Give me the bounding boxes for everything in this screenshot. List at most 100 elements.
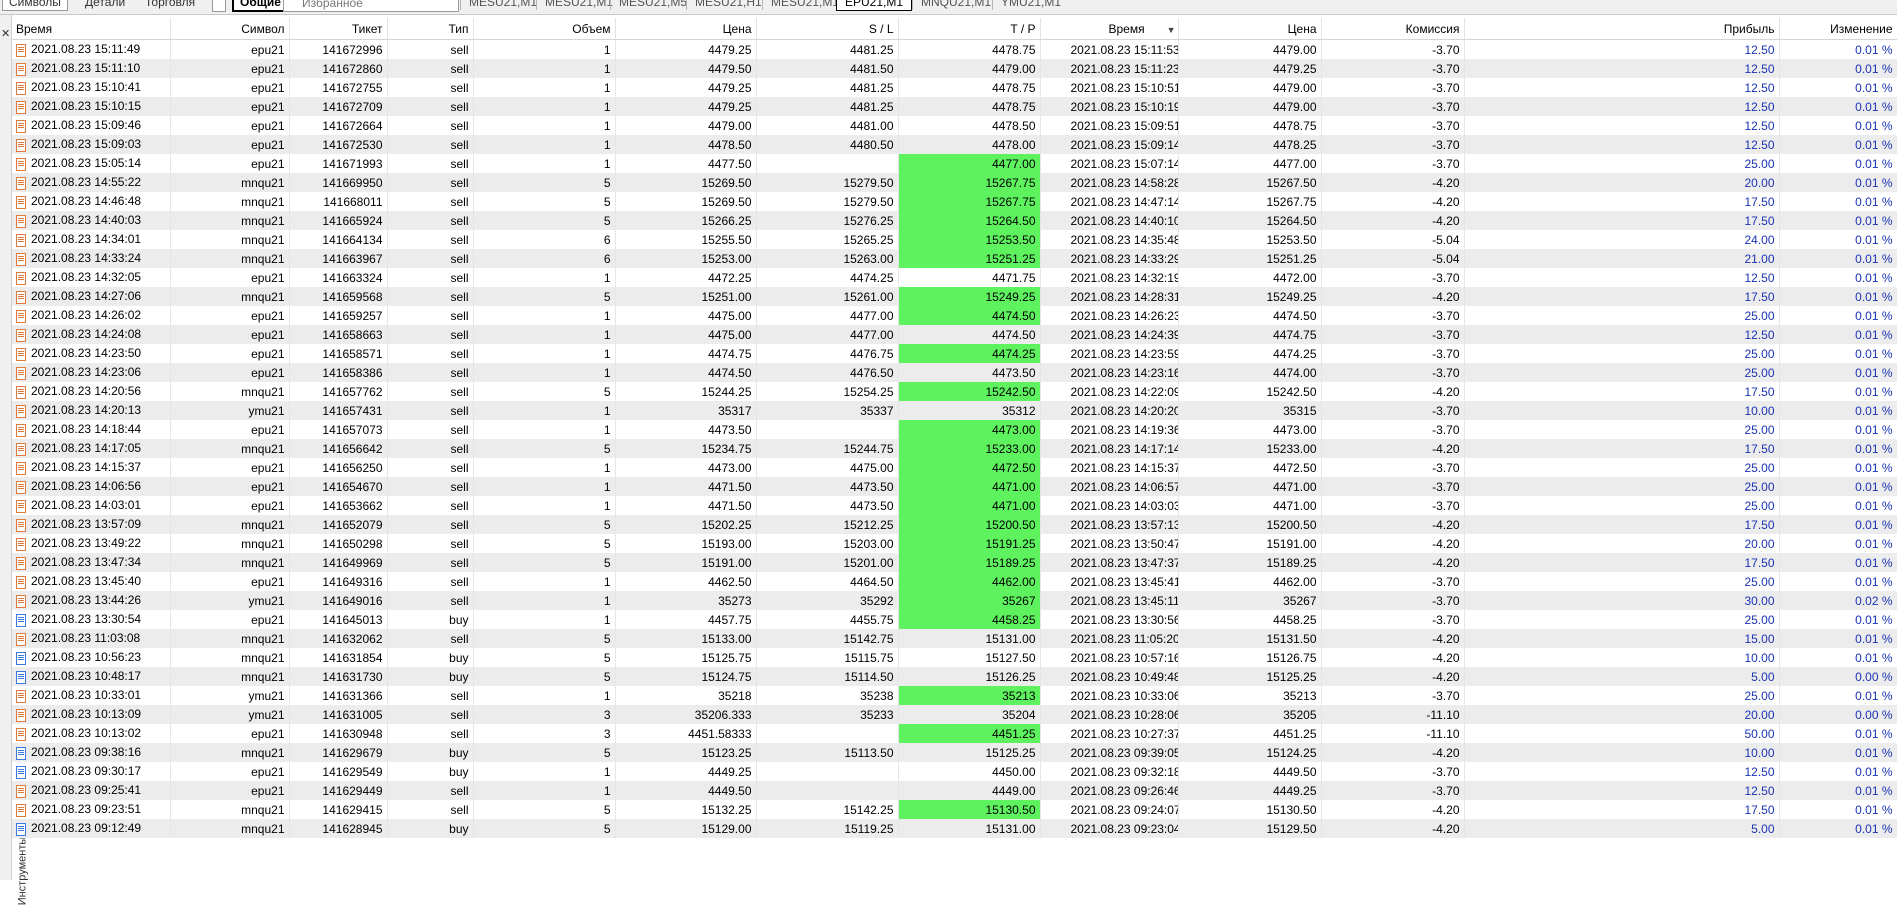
chart-tab[interactable]: MESU21,M1 [762, 0, 847, 10]
table-row[interactable]: 2021.08.23 09:23:51 mnqu21 141629415 sell 5 1… [12, 800, 1897, 819]
table-row[interactable]: 2021.08.23 14:06:56 epu21 141654670 sell 1 44… [12, 477, 1897, 496]
table-row[interactable]: 2021.08.23 15:09:03 epu21 141672530 sell 1 44… [12, 135, 1897, 154]
table-row[interactable]: 2021.08.23 10:48:17 mnqu21 141631730 buy 5 15… [12, 667, 1897, 686]
table-row[interactable]: 2021.08.23 09:12:49 mnqu21 141628945 buy 5 15… [12, 819, 1897, 838]
table-row[interactable]: 2021.08.23 10:13:02 epu21 141630948 sell 3 44… [12, 724, 1897, 743]
cell-type: sell [387, 306, 474, 325]
table-row[interactable]: 2021.08.23 14:23:50 epu21 141658571 sell 1 44… [12, 344, 1897, 363]
cell-close-time: 2021.08.23 09:23:04 [1040, 819, 1179, 838]
tab-trading[interactable]: Торговля [138, 0, 202, 11]
table-row[interactable]: 2021.08.23 14:23:06 epu21 141658386 sell 1 44… [12, 363, 1897, 382]
chart-tab[interactable]: MESU21,M5 [610, 0, 695, 10]
chart-tab[interactable]: MESU21,M1 [460, 0, 545, 10]
col-header-profit[interactable]: Прибыль [1464, 18, 1780, 40]
col-header-volume[interactable]: Объем [473, 18, 616, 40]
table-row[interactable]: 2021.08.23 13:45:40 epu21 141649316 sell 1 44… [12, 572, 1897, 591]
cell-ticket: 141657431 [289, 401, 388, 420]
table-row[interactable]: 2021.08.23 14:55:22 mnqu21 141669950 sell 5 1… [12, 173, 1897, 192]
col-header-commission[interactable]: Комиссия [1321, 18, 1465, 40]
cell-open-price: 4449.25 [615, 762, 757, 781]
table-row[interactable]: 2021.08.23 11:03:08 mnqu21 141632062 sell 5 1… [12, 629, 1897, 648]
table-row[interactable]: 2021.08.23 15:05:14 epu21 141671993 sell 1 44… [12, 154, 1897, 173]
open-time-text: 2021.08.23 15:09:46 [31, 118, 142, 133]
cell-change: 0.01 % [1779, 553, 1897, 572]
chart-tab[interactable]: MNQU21,M1 [912, 0, 999, 10]
chart-tab[interactable]: EPU21,M1 [836, 0, 913, 11]
table-row[interactable]: 2021.08.23 09:30:17 epu21 141629549 buy 1 444… [12, 762, 1897, 781]
table-row[interactable]: 2021.08.23 15:11:10 epu21 141672860 sell 1 44… [12, 59, 1897, 78]
cell-symbol: epu21 [170, 154, 290, 173]
col-header-tp[interactable]: T / P [898, 18, 1041, 40]
table-row[interactable]: 2021.08.23 14:46:48 mnqu21 141668011 sell 5 1… [12, 192, 1897, 211]
cell-ticket: 141659257 [289, 306, 388, 325]
table-row[interactable]: 2021.08.23 14:20:13 ymu21 141657431 sell 1 35… [12, 401, 1897, 420]
table-row[interactable]: 2021.08.23 09:38:16 mnqu21 141629679 buy 5 15… [12, 743, 1897, 762]
tab-general[interactable]: Общие [232, 0, 289, 12]
table-row[interactable]: 2021.08.23 10:13:09 ymu21 141631005 sell 3 35… [12, 705, 1897, 724]
chart-tab[interactable]: MESU21,M1 [536, 0, 621, 10]
table-row[interactable]: 2021.08.23 14:32:05 epu21 141663324 sell 1 44… [12, 268, 1897, 287]
cell-commission: -3.70 [1321, 78, 1465, 97]
cell-open-price: 15133.00 [615, 629, 757, 648]
chart-tab[interactable]: MESU21,H1 [686, 0, 770, 10]
cell-profit: 24.00 [1464, 230, 1780, 249]
col-header-open-price[interactable]: Цена [615, 18, 757, 40]
table-row[interactable]: 2021.08.23 09:25:41 epu21 141629449 sell 1 44… [12, 781, 1897, 800]
table-row[interactable]: 2021.08.23 14:34:01 mnqu21 141664134 sell 6 1… [12, 230, 1897, 249]
close-icon[interactable]: ✕ [1, 27, 10, 40]
favorites-field[interactable]: Избранное [283, 0, 459, 12]
col-header-sl[interactable]: S / L [756, 18, 899, 40]
tab-symbols[interactable]: Символы [2, 0, 68, 11]
col-header-type[interactable]: Тип [387, 18, 474, 40]
col-header-symbol[interactable]: Символ [170, 18, 290, 40]
table-row[interactable]: 2021.08.23 14:27:06 mnqu21 141659568 sell 5 1… [12, 287, 1897, 306]
table-row[interactable]: 2021.08.23 10:33:01 ymu21 141631366 sell 1 35… [12, 686, 1897, 705]
table-row[interactable]: 2021.08.23 14:40:03 mnqu21 141665924 sell 5 1… [12, 211, 1897, 230]
col-header-ticket[interactable]: Тикет [289, 18, 388, 40]
cell-open-price: 15202.25 [615, 515, 757, 534]
table-row[interactable]: 2021.08.23 13:49:22 mnqu21 141650298 sell 5 1… [12, 534, 1897, 553]
cell-tp: 15189.25 [898, 553, 1041, 572]
table-row[interactable]: 2021.08.23 15:11:49 epu21 141672996 sell 1 44… [12, 39, 1897, 59]
cell-open-time: 2021.08.23 10:48:17 [12, 667, 171, 686]
col-header-open-time[interactable]: Время [12, 18, 171, 40]
cell-close-price: 4474.50 [1178, 306, 1322, 325]
cell-open-price: 15255.50 [615, 230, 757, 249]
cell-ticket: 141629549 [289, 762, 388, 781]
cell-ticket: 141672755 [289, 78, 388, 97]
table-row[interactable]: 2021.08.23 14:03:01 epu21 141653662 sell 1 44… [12, 496, 1897, 515]
cell-tp: 15127.50 [898, 648, 1041, 667]
col-header-change[interactable]: Изменение [1779, 18, 1897, 40]
chart-tab[interactable]: YMU21,M1 [992, 0, 1069, 10]
table-row[interactable]: 2021.08.23 15:10:15 epu21 141672709 sell 1 44… [12, 97, 1897, 116]
table-row[interactable]: 2021.08.23 14:15:37 epu21 141656250 sell 1 44… [12, 458, 1897, 477]
cell-volume: 1 [473, 686, 616, 705]
table-row[interactable]: 2021.08.23 14:18:44 epu21 141657073 sell 1 44… [12, 420, 1897, 439]
sell-deal-icon [16, 328, 26, 342]
table-row[interactable]: 2021.08.23 13:44:26 ymu21 141649016 sell 1 35… [12, 591, 1897, 610]
cell-close-time: 2021.08.23 10:57:16 [1040, 648, 1179, 667]
tab-details[interactable]: Детали [78, 0, 132, 11]
table-row[interactable]: 2021.08.23 14:33:24 mnqu21 141663967 sell 6 1… [12, 249, 1897, 268]
cell-close-time: 2021.08.23 14:28:31 [1040, 287, 1179, 306]
cell-profit: 25.00 [1464, 344, 1780, 363]
table-row[interactable]: 2021.08.23 13:47:34 mnqu21 141649969 sell 5 1… [12, 553, 1897, 572]
cell-profit: 25.00 [1464, 496, 1780, 515]
table-row[interactable]: 2021.08.23 14:24:08 epu21 141658663 sell 1 44… [12, 325, 1897, 344]
open-time-text: 2021.08.23 13:45:40 [31, 574, 142, 589]
table-row[interactable]: 2021.08.23 15:10:41 epu21 141672755 sell 1 44… [12, 78, 1897, 97]
cell-profit: 17.50 [1464, 287, 1780, 306]
table-row[interactable]: 2021.08.23 13:30:54 epu21 141645013 buy 1 445… [12, 610, 1897, 629]
cell-symbol: epu21 [170, 116, 290, 135]
cell-commission: -3.70 [1321, 39, 1465, 59]
tab-dropdown-button[interactable] [212, 0, 226, 12]
cell-type: sell [387, 401, 474, 420]
table-row[interactable]: 2021.08.23 10:56:23 mnqu21 141631854 buy 5 15… [12, 648, 1897, 667]
table-row[interactable]: 2021.08.23 13:57:09 mnqu21 141652079 sell 5 1… [12, 515, 1897, 534]
table-row[interactable]: 2021.08.23 14:26:02 epu21 141659257 sell 1 44… [12, 306, 1897, 325]
table-row[interactable]: 2021.08.23 15:09:46 epu21 141672664 sell 1 44… [12, 116, 1897, 135]
table-row[interactable]: 2021.08.23 14:17:05 mnqu21 141656642 sell 5 1… [12, 439, 1897, 458]
col-header-close-price[interactable]: Цена [1178, 18, 1322, 40]
table-row[interactable]: 2021.08.23 14:20:56 mnqu21 141657762 sell 5 1… [12, 382, 1897, 401]
col-header-close-time[interactable]: Время ▼ [1040, 18, 1179, 40]
